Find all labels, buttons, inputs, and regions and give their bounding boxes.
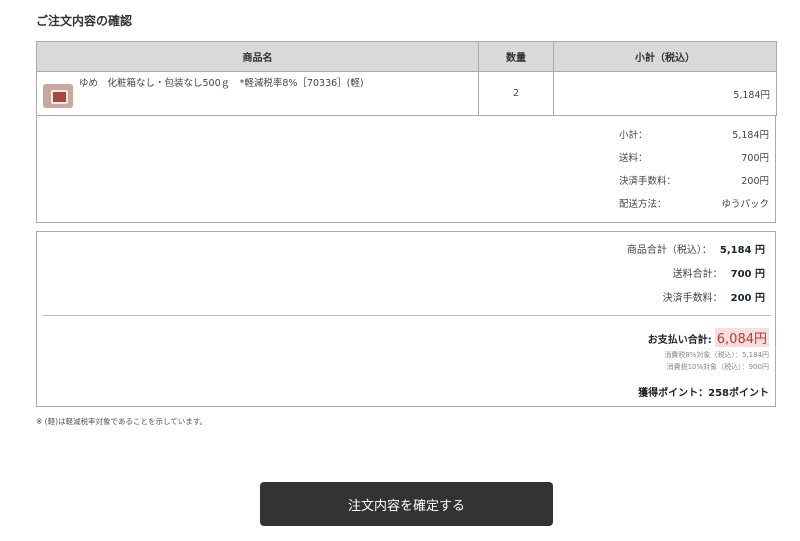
table-header-row: 商品名 数量 小計（税込） — [36, 41, 777, 72]
summary-delivery-row: 配送方法： ゆうパック — [619, 196, 769, 210]
shipping-total-label: 送料合計： — [672, 268, 723, 280]
summary-fee-label: 決済手数料： — [619, 176, 677, 187]
product-cell: ゆめ 化粧箱なし・包装なし500ｇ *軽減税率8%［70336］(軽) — [36, 71, 479, 116]
divider — [43, 315, 771, 316]
goods-total-value: 5,184 円 — [719, 244, 765, 256]
table-row: ゆめ 化粧箱なし・包装なし500ｇ *軽減税率8%［70336］(軽) 2 5,… — [36, 71, 777, 116]
goods-total-label: 商品合計（税込）： — [626, 244, 712, 256]
order-items-table: 商品名 数量 小計（税込） ゆめ 化粧箱なし・包装なし500ｇ *軽減税率8%［… — [36, 41, 777, 116]
page-title: ご注文内容の確認 — [36, 14, 133, 28]
summary-shipping-value: 700円 — [741, 153, 769, 164]
goods-total-row: 商品合計（税込）： 5,184 円 — [626, 241, 765, 256]
product-quantity: 2 — [478, 71, 554, 116]
payment-totals: 商品合計（税込）： 5,184 円 送料合計： 700 円 決済手数料： 200… — [36, 231, 776, 407]
payment-total-value: 6,084円 — [714, 328, 769, 347]
fee-total-row: 決済手数料： 200 円 — [662, 289, 765, 304]
summary-shipping-row: 送料： 700円 — [619, 150, 769, 164]
summary-delivery-value: ゆうパック — [721, 199, 769, 210]
product-subtotal: 5,184円 — [553, 71, 777, 116]
column-header-subtotal: 小計（税込） — [553, 41, 777, 72]
tax-10-percent: 消費税10%対象（税込）：900円 — [666, 363, 769, 371]
fee-total-label: 決済手数料： — [662, 292, 723, 304]
summary-shipping-label: 送料： — [619, 153, 648, 164]
product-name: ゆめ 化粧箱なし・包装なし500ｇ *軽減税率8%［70336］(軽) — [79, 78, 364, 89]
product-thumbnail[interactable] — [43, 84, 73, 108]
reduced-tax-note: ※ (軽)は軽減税率対象であることを示しています。 — [36, 417, 207, 426]
payment-total-label: お支払い合計: — [647, 335, 712, 346]
summary-fee-row: 決済手数料： 200円 — [619, 173, 769, 187]
order-summary: 小計： 5,184円 送料： 700円 決済手数料： 200円 配送方法： ゆう… — [36, 115, 776, 223]
summary-fee-value: 200円 — [741, 176, 769, 187]
points-earned: 獲得ポイント：258ポイント — [638, 388, 769, 399]
payment-total-row: お支払い合計: 6,084円 — [648, 328, 769, 347]
shipping-total-row: 送料合計： 700 円 — [672, 265, 765, 280]
column-header-qty: 数量 — [478, 41, 554, 72]
confirm-order-button[interactable]: 注文内容を確定する — [260, 482, 553, 526]
summary-subtotal-label: 小計： — [619, 130, 648, 141]
column-header-name: 商品名 — [36, 41, 479, 72]
summary-delivery-label: 配送方法： — [619, 199, 667, 210]
summary-subtotal-value: 5,184円 — [732, 130, 769, 141]
summary-subtotal-row: 小計： 5,184円 — [619, 127, 769, 141]
shipping-total-value: 700 円 — [730, 268, 765, 280]
fee-total-value: 200 円 — [730, 292, 765, 304]
tax-8-percent: 消費税8%対象（税込）：5,184円 — [664, 351, 769, 359]
